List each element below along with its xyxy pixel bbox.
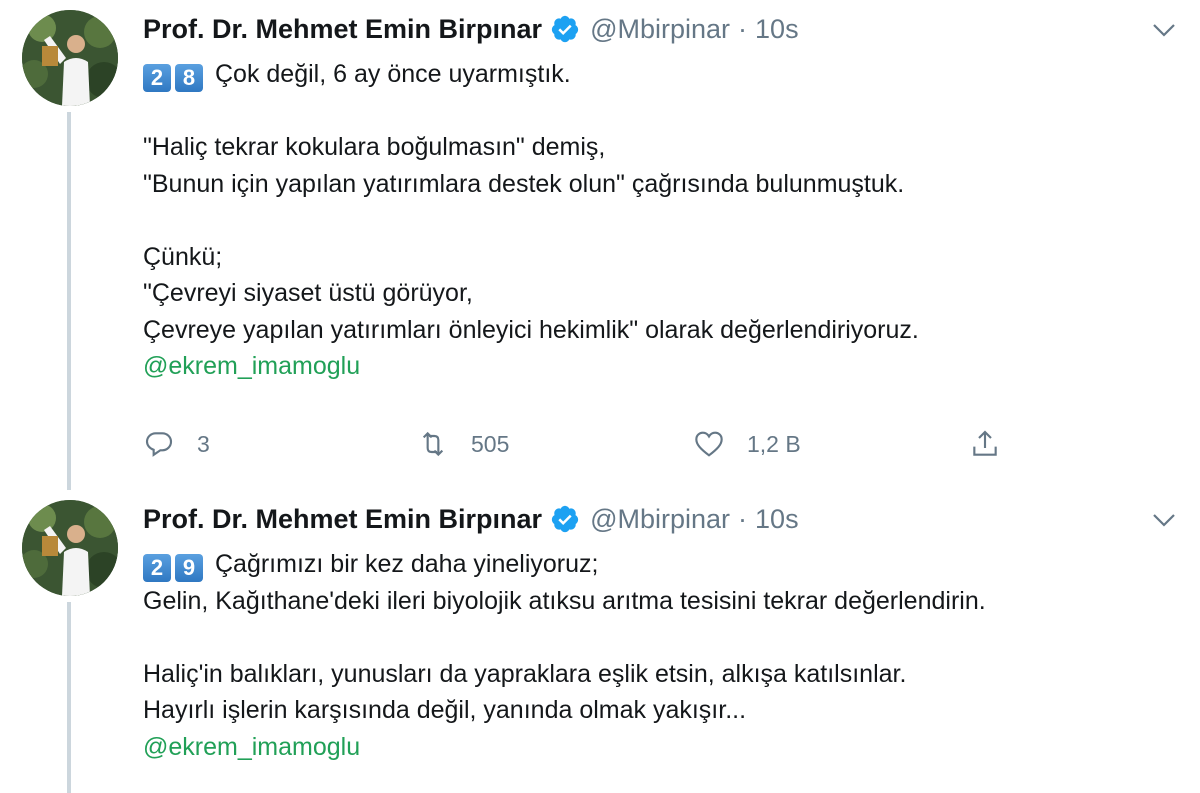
separator: · [738,503,748,534]
chevron-down-icon[interactable] [1150,510,1178,530]
tweet-line: Haliç'in balıkları, yunusları da yaprakl… [143,659,907,688]
tweet-line: Çünkü; [143,242,223,271]
keycap: 9 [175,554,203,582]
retweet-count: 505 [471,430,510,457]
tweet-line: Hayırlı işlerin karşısında değil, yanınd… [143,696,747,724]
separator: · [738,13,748,44]
keycap-number: 28 [143,56,207,93]
keycap-number: 29 [143,546,207,583]
like-button[interactable]: 1,2 B [693,424,801,464]
tweet-text: 2 9 Çağrımızı bir kez daha yineliyoruz; Ge… [143,546,1183,765]
like-count: 1,2 B [747,430,801,457]
thread-line [67,112,71,490]
tweet-line: "Bunun için yapılan yatırımlara destek o… [143,169,905,198]
reply-count: 3 [197,430,210,457]
keycap: 2 [143,554,171,582]
mention-link[interactable]: @ekrem_imamoglu [143,729,1183,766]
retweet-icon [422,431,444,457]
heart-icon [695,431,723,457]
profile-photo-icon [22,500,118,596]
avatar[interactable] [22,10,118,106]
timestamp[interactable]: 10s [755,504,799,535]
profile-photo-icon [22,10,118,106]
display-name[interactable]: Prof. Dr. Mehmet Emin Birpınar [143,504,542,535]
tweet-line: 2 9 Çağrımızı bir kez daha yineliyoruz; [143,546,1183,583]
tweet-line: 2 8 Çok değil, 6 ay önce uyarmıştık. [143,56,1183,93]
retweet-button[interactable]: 505 [417,424,509,464]
tweet-line [143,202,1183,239]
tweet-line: "Çevreyi siyaset üstü görüyor, [143,279,473,307]
tweet[interactable]: Prof. Dr. Mehmet Emin Birpınar @Mbirpina… [0,0,1200,490]
share-icon [973,430,997,456]
tweet-line [143,93,1183,130]
tweet[interactable]: Prof. Dr. Mehmet Emin Birpınar @Mbirpina… [0,490,1200,793]
tweet-line [143,619,1183,656]
handle[interactable]: @Mbirpinar [590,14,730,45]
reply-button[interactable]: 3 [143,424,210,464]
tweet-line-text: Çok değil, 6 ay önce uyarmıştık. [215,60,571,88]
tweet-actions: 3 505 1,2 B [143,424,1043,464]
keycap: 8 [175,64,203,92]
tweet-header: Prof. Dr. Mehmet Emin Birpınar @Mbirpina… [143,502,799,536]
tweet-line: Çevreye yapılan yatırımları önleyici hek… [143,315,919,344]
avatar[interactable] [22,500,118,596]
verified-badge-icon [550,504,580,534]
display-name[interactable]: Prof. Dr. Mehmet Emin Birpınar [143,14,542,45]
chevron-down-icon[interactable] [1150,20,1178,40]
timestamp[interactable]: 10s [755,14,799,45]
tweet-line-text: Çağrımızı bir kez daha yineliyoruz; [215,550,599,578]
thread-line [67,602,71,793]
tweet-line: "Haliç tekrar kokulara boğulmasın" demiş… [143,133,606,161]
mention-link[interactable]: @ekrem_imamoglu [143,348,1183,385]
tweet-line: Gelin, Kağıthane'deki ileri biyolojik at… [143,586,986,615]
tweet-header: Prof. Dr. Mehmet Emin Birpınar @Mbirpina… [143,12,799,46]
tweet-text: 2 8 Çok değil, 6 ay önce uyarmıştık. "Hali… [143,56,1183,385]
keycap: 2 [143,64,171,92]
reply-icon [145,432,173,457]
verified-badge-icon [550,14,580,44]
handle[interactable]: @Mbirpinar [590,504,730,535]
share-button[interactable] [969,424,1023,464]
